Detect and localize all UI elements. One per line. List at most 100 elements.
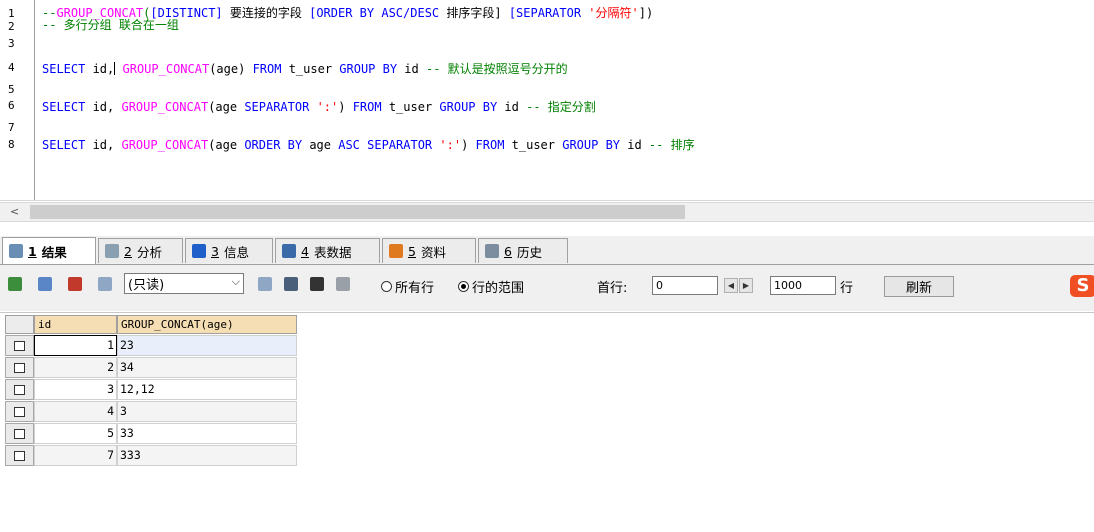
code-token: ':' <box>309 100 339 114</box>
cell-group-concat[interactable]: 33 <box>117 423 297 444</box>
code-token: (age <box>208 100 245 114</box>
row-checkbox-icon[interactable] <box>14 362 25 373</box>
sql-editor[interactable]: 12345678 --GROUP_CONCAT([DISTINCT] 要连接的字… <box>0 0 1094 201</box>
sogou-ime-logo[interactable]: S <box>1070 275 1094 297</box>
rows-unit-label: 行 <box>840 281 854 296</box>
code-token: SELECT <box>42 138 86 152</box>
next-page-button[interactable]: ▶ <box>739 278 753 293</box>
profiler-icon <box>105 244 119 258</box>
delete-rows-icon[interactable] <box>68 277 82 291</box>
code-token: ) <box>338 100 353 114</box>
table-row[interactable]: 43 <box>5 401 297 422</box>
row-select[interactable] <box>5 335 34 356</box>
add-row-icon[interactable] <box>8 277 22 291</box>
row-checkbox-icon[interactable] <box>14 450 25 461</box>
cell-id[interactable]: 1 <box>34 335 117 356</box>
cell-group-concat[interactable]: 3 <box>117 401 297 422</box>
cell-group-concat[interactable]: 12,12 <box>117 379 297 400</box>
cell-id[interactable]: 4 <box>34 401 117 422</box>
row-checkbox-icon[interactable] <box>14 384 25 395</box>
tab-info[interactable]: 3 信息 <box>185 238 273 263</box>
line-number: 7 <box>8 121 15 134</box>
row-checkbox-icon[interactable] <box>14 428 25 439</box>
table-row[interactable]: 5 33 <box>5 423 297 444</box>
grid-header: id GROUP_CONCAT(age) <box>5 315 297 334</box>
info-icon <box>192 244 206 258</box>
radio-row-range[interactable]: 行的范围 <box>458 277 524 296</box>
line-number: 3 <box>8 37 15 50</box>
cell-group-concat[interactable]: 23 <box>117 335 297 356</box>
cell-id[interactable]: 2 <box>34 357 117 378</box>
tab-calendar-history[interactable]: 6 历史 <box>478 238 568 263</box>
scroll-left-arrow[interactable]: < <box>10 205 19 218</box>
code-token: GROUP_CONCAT <box>121 100 209 114</box>
line-number: 1 <box>8 7 15 20</box>
export-icon[interactable] <box>258 277 272 291</box>
cell-group-concat[interactable]: 34 <box>117 357 297 378</box>
code-token: '分隔符' <box>581 6 639 20</box>
line-number: 4 <box>8 61 15 74</box>
scrollbar-thumb[interactable] <box>30 205 685 219</box>
tab-table-data[interactable]: 4 表数据 <box>275 238 380 263</box>
cell-id[interactable]: 3 <box>34 379 117 400</box>
code-token: (age) <box>209 62 253 76</box>
result-table-icon <box>9 244 23 258</box>
line-number: 6 <box>8 99 15 112</box>
column-header-id[interactable]: id <box>34 315 117 334</box>
result-grid[interactable]: id GROUP_CONCAT(age) 1 23 2 34 3 12,12 4 3 5 33 7 3… <box>0 312 1094 532</box>
table-row[interactable]: 7 333 <box>5 445 297 466</box>
radio-circle-icon <box>381 281 392 292</box>
horizontal-scrollbar[interactable]: < <box>0 202 1094 222</box>
copy-icon[interactable] <box>336 277 350 291</box>
row-checkbox-icon[interactable] <box>14 406 25 417</box>
code-token: GROUP BY <box>562 138 621 152</box>
refresh-button[interactable]: 刷新 <box>884 276 954 297</box>
chevron-down-icon: ⌵ <box>231 275 240 288</box>
table-row[interactable]: 2 34 <box>5 357 297 378</box>
row-select[interactable] <box>5 445 34 466</box>
table-row[interactable]: 3 12,12 <box>5 379 297 400</box>
row-select[interactable] <box>5 423 34 444</box>
code-token: 要连接的字段 <box>222 6 310 20</box>
row-checkbox-icon[interactable] <box>14 340 25 351</box>
cell-id[interactable]: 5 <box>34 423 117 444</box>
tab-label: 表数据 <box>313 244 352 260</box>
radio-all-rows[interactable]: 所有行 <box>381 277 434 296</box>
tab-info-chart[interactable]: 5 资料 <box>382 238 476 263</box>
result-tab-bar: 1 结果 2 分析 3 信息 4 表数据 5 资料 6 历史 <box>0 236 1094 265</box>
radio-all-rows-label: 所有行 <box>395 281 435 296</box>
cell-id[interactable]: 7 <box>34 445 117 466</box>
cell-group-concat[interactable]: 333 <box>117 445 297 466</box>
row-select[interactable] <box>5 379 34 400</box>
row-select[interactable] <box>5 401 34 422</box>
tab-profiler[interactable]: 2 分析 <box>98 238 183 263</box>
code-line: -- 多行分组 联合在一组 <box>42 19 179 32</box>
row-count-input[interactable]: 1000 <box>770 276 836 295</box>
select-all-header[interactable] <box>5 315 34 334</box>
code-token: ]) <box>638 6 654 20</box>
code-token: id, <box>85 62 115 76</box>
line-number: 2 <box>8 20 15 33</box>
readonly-select[interactable]: (只读) ⌵ <box>124 273 244 294</box>
tab-result-table[interactable]: 1 结果 <box>2 237 96 264</box>
code-token: t_user <box>504 138 563 152</box>
code-token: [ORDER BY ASC/DESC <box>309 6 440 20</box>
cancel-changes-icon[interactable] <box>98 277 112 291</box>
prev-page-button[interactable]: ◀ <box>724 278 738 293</box>
code-token: ':' <box>432 138 462 152</box>
column-header-group-concat[interactable]: GROUP_CONCAT(age) <box>117 315 297 334</box>
first-row-input[interactable]: 0 <box>652 276 718 295</box>
code-token: -- 指定分割 <box>526 100 596 114</box>
save-rows-icon[interactable] <box>38 277 52 291</box>
code-token: id, <box>85 138 122 152</box>
save-icon[interactable] <box>284 277 298 291</box>
line-number: 5 <box>8 83 15 96</box>
code-token: -- 多行分组 联合在一组 <box>42 18 179 32</box>
code-token: t_user <box>381 100 440 114</box>
code-token: -- 排序 <box>648 138 695 152</box>
row-select[interactable] <box>5 357 34 378</box>
code-token: t_user <box>281 62 340 76</box>
table-row[interactable]: 1 23 <box>5 335 297 356</box>
trash-icon[interactable] <box>310 277 324 291</box>
